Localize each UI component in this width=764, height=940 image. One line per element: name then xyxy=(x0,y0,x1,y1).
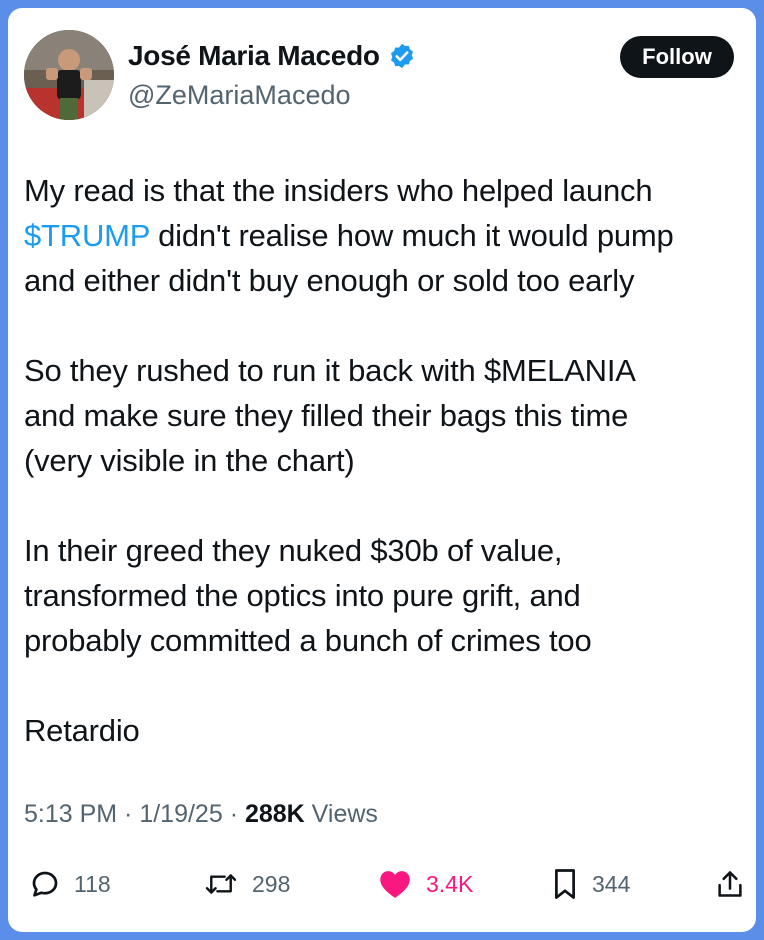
reply-icon xyxy=(32,871,58,897)
tweet-card: José Maria Macedo @ZeMariaMacedo Follow … xyxy=(8,8,756,932)
tweet-line: and make sure they filled their bags thi… xyxy=(24,398,629,433)
share-icon xyxy=(718,871,742,897)
avatar[interactable] xyxy=(24,30,114,120)
repost-count: 298 xyxy=(252,870,291,897)
cashtag-link[interactable]: $TRUMP xyxy=(24,218,150,253)
tweet-line: My read is that the insiders who helped … xyxy=(24,173,653,208)
author-handle[interactable]: @ZeMariaMacedo xyxy=(128,80,351,111)
author-name-text: José Maria Macedo xyxy=(128,40,380,71)
tweet-line: transformed the optics into pure grift, … xyxy=(24,578,581,613)
meta-separator: · xyxy=(117,800,140,828)
author-name[interactable]: José Maria Macedo xyxy=(128,40,416,72)
repost-icon xyxy=(205,874,237,894)
views-label: Views xyxy=(304,800,378,828)
tweet-line: $TRUMP didn't realise how much it would … xyxy=(24,213,748,258)
share-button[interactable] xyxy=(716,866,744,902)
reply-count: 118 xyxy=(74,870,111,897)
bookmark-icon xyxy=(555,869,575,899)
verified-badge-icon xyxy=(390,43,413,69)
action-bar: 118 298 3.4K 344 xyxy=(24,866,748,902)
like-heart-icon xyxy=(380,871,410,898)
tweet-line: So they rushed to run it back with $MELA… xyxy=(24,353,636,388)
like-button[interactable]: 3.4K xyxy=(378,866,473,902)
tweet-line: (very visible in the chart) xyxy=(24,443,355,478)
bookmark-count: 344 xyxy=(592,870,631,897)
reply-button[interactable]: 118 xyxy=(30,866,111,902)
repost-button[interactable]: 298 xyxy=(204,866,290,902)
follow-button[interactable]: Follow xyxy=(620,36,734,78)
tweet-time[interactable]: 5:13 PM xyxy=(24,800,117,828)
tweet-line-rest: didn't realise how much it would pump xyxy=(149,218,674,253)
tweet-line: and either didn't buy enough or sold too… xyxy=(24,263,635,298)
meta-separator: · xyxy=(222,800,245,828)
tweet-text: My read is that the insiders who helped … xyxy=(24,168,748,753)
tweet-date[interactable]: 1/19/25 xyxy=(139,800,222,828)
tweet-line: probably committed a bunch of crimes too xyxy=(24,623,592,658)
tweet-meta: 5:13 PM · 1/19/25 · 288K Views xyxy=(24,800,378,829)
bookmark-button[interactable]: 344 xyxy=(552,866,630,902)
like-count: 3.4K xyxy=(426,870,474,897)
tweet-line: Retardio xyxy=(24,713,140,748)
avatar-photo xyxy=(24,30,114,120)
tweet-line: In their greed they nuked $30b of value, xyxy=(24,533,563,568)
views-count: 288K xyxy=(244,800,305,828)
